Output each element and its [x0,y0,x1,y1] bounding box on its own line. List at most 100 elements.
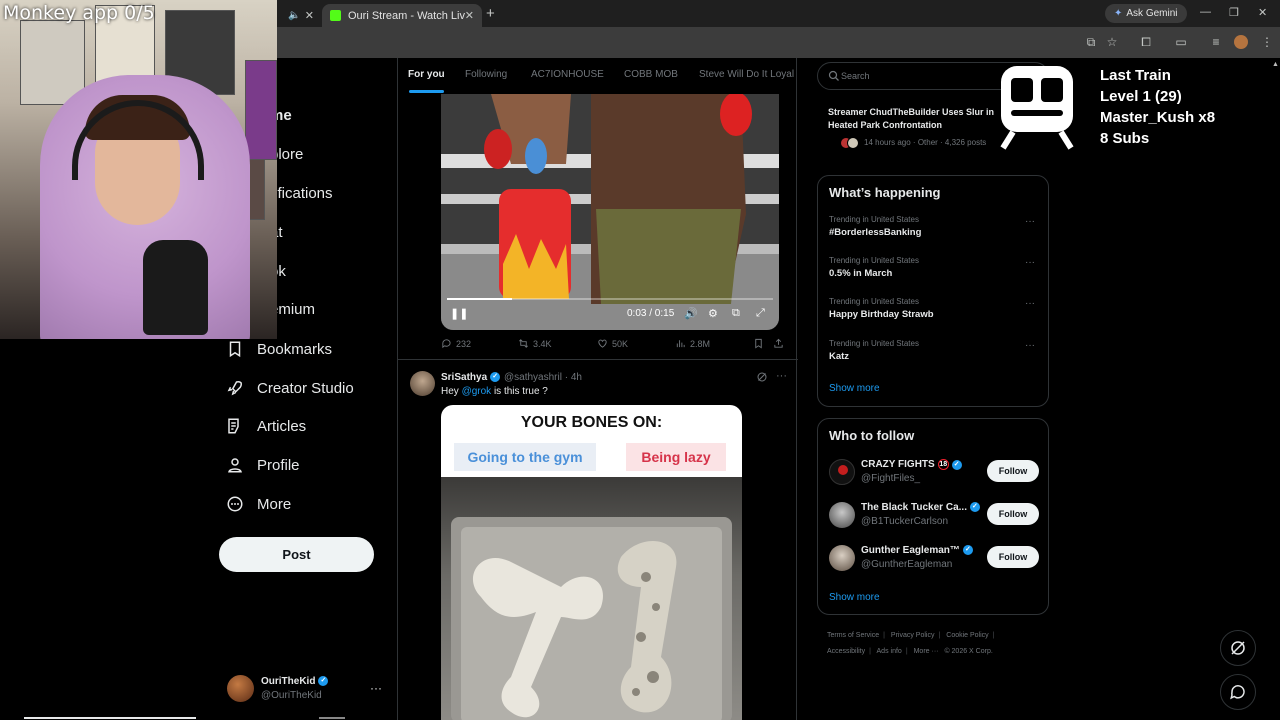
video-player[interactable]: ❚❚ 0:03 / 0:15 🔊 ⚙ ⧉ ⤢ [441,94,779,330]
follow-suggestion[interactable]: Gunther Eagleman™ ✓ @GuntherEagleman Foll… [829,543,1041,573]
footer-link[interactable]: Terms of Service [827,632,879,639]
tweet-text-suffix: is this true ? [491,386,548,397]
nav-bookmarks[interactable]: Bookmarks [226,335,332,363]
like-button[interactable]: 50K [597,338,628,349]
trend-more-icon[interactable]: ··· [1025,340,1035,351]
pip-icon[interactable]: ⧉ [732,307,740,320]
trend-item[interactable]: Trending in United States #BorderlessBan… [829,215,1041,249]
minimize-button[interactable]: — [1200,6,1211,18]
grok-fab-button[interactable] [1220,630,1256,666]
tweet[interactable]: SriSathya ✓ @sathyashril · 4h ··· Hey @gr… [398,361,798,720]
follow-suggestion[interactable]: The Black Tucker Ca... ✓ @B1TuckerCarlson… [829,500,1041,530]
trend-item[interactable]: Trending in United States 0.5% in March … [829,256,1041,290]
footer-link[interactable]: Ads info [877,648,902,655]
fullscreen-icon[interactable]: ⤢ [756,307,765,320]
footer-link[interactable]: More ··· [914,648,939,655]
reply-icon [442,339,451,349]
sidebar-icon[interactable]: ▭ [1173,34,1189,50]
verified-badge-icon: ✓ [969,502,980,513]
stream-goal-widget: Last Train Level 1 (29) Master_Kush x8 8… [999,64,1239,154]
reply-button[interactable]: 232 [441,338,471,349]
bookmark-star-icon[interactable]: ☆ [1104,34,1120,50]
account-switcher[interactable]: OuriTheKid ✓ @OuriTheKid ··· [227,675,387,703]
repost-button[interactable]: 3.4K [518,338,552,349]
follow-button[interactable]: Follow [987,546,1039,568]
follow-show-more-link[interactable]: Show more [829,592,880,603]
tab-for-you[interactable]: For you [408,69,445,80]
browser-tab-muted[interactable]: 🔈 ✕ [280,4,322,27]
settings-icon[interactable]: ⚙ [708,307,718,320]
bookmark-button[interactable] [753,338,764,349]
extensions-icon[interactable]: ⧠ [1138,34,1154,50]
follow-button[interactable]: Follow [987,503,1039,525]
trend-more-icon[interactable]: ··· [1025,216,1035,227]
more-circle-icon [227,496,243,512]
speaker-icon[interactable]: 🔈 [288,10,300,21]
ask-gemini-button[interactable]: ✦ Ask Gemini [1105,4,1187,23]
volume-icon[interactable]: 🔊 [684,307,698,320]
profile-avatar-icon[interactable] [1234,35,1248,49]
trend-item[interactable]: Trending in United States Happy Birthday… [829,297,1041,331]
tweet-image[interactable]: YOUR BONES ON: Going to the gym Being la… [441,405,742,720]
nav-more[interactable]: More [226,490,291,518]
chat-bubble-icon [1230,685,1245,700]
whats-happening-heading: What’s happening [829,185,941,200]
nav-notifications-partial[interactable]: tifications [270,185,333,202]
messages-fab-button[interactable] [1220,674,1256,710]
reply-count: 232 [456,338,472,349]
trends-show-more-link[interactable]: Show more [829,383,880,394]
trend-context: Trending in United States [829,339,919,348]
tab-following[interactable]: Following [465,69,507,80]
tweet-menu-icon[interactable]: ··· [776,370,787,382]
tab-cobb-mob[interactable]: COBB MOB [624,69,678,80]
kebab-menu-icon[interactable]: ⋮ [1259,34,1275,50]
footer-link[interactable]: Cookie Policy [946,632,988,639]
post-button[interactable]: Post [219,537,374,572]
nav-articles[interactable]: Articles [226,412,306,440]
mention-link[interactable]: @grok [462,386,492,397]
grok-icon[interactable] [756,371,768,383]
footer-link[interactable]: Accessibility [827,648,865,655]
train-icon [1000,66,1074,150]
scroll-up-icon[interactable]: ▲ [1272,61,1279,68]
trend-more-icon[interactable]: ··· [1025,257,1035,268]
close-tab-icon[interactable]: ✕ [305,9,314,22]
whats-happening-panel: What’s happening Trending in United Stat… [817,175,1049,407]
tab-steve-will-do-it[interactable]: Steve Will Do It Loyal [699,69,794,80]
trend-more-icon[interactable]: ··· [1025,298,1035,309]
tweet-author-row[interactable]: SriSathya ✓ [441,372,501,383]
video-progress-bar[interactable] [447,298,773,300]
search-placeholder: Search [841,71,870,81]
follow-button[interactable]: Follow [987,460,1039,482]
tweet-author-handle[interactable]: @sathyashril · 4h [504,372,582,383]
browser-tab-active[interactable]: Ouri Stream - Watch Live on Ki ✕ [322,4,482,27]
stream-overlay-title: Monkey app 0/5 [3,2,155,24]
bookmark-icon [755,338,762,349]
views-chart-icon [676,340,685,348]
page-scrollbar[interactable]: ▲ [1271,58,1280,720]
footer-link[interactable]: Privacy Policy [891,632,935,639]
meme-label-gym: Going to the gym [454,443,596,471]
follow-suggestion[interactable]: CRAZY FIGHTS 18 ✓ @FightFiles_ Follow [829,457,1041,487]
views-count: 2.8M [690,338,711,349]
close-tab-icon[interactable]: ✕ [465,9,474,22]
nav-creator-studio[interactable]: Creator Studio [226,374,354,402]
cast-icon[interactable]: ⧉ [1083,34,1099,50]
close-window-button[interactable]: ✕ [1258,6,1267,19]
tweet-text-prefix: Hey [441,386,462,397]
nav-profile[interactable]: Profile [226,451,300,479]
trend-item[interactable]: Trending in United States Katz ··· [829,339,1041,373]
share-button[interactable] [773,338,784,349]
reading-list-icon[interactable]: ≡ [1208,34,1224,50]
new-tab-button[interactable]: + [486,5,495,22]
pause-icon[interactable]: ❚❚ [450,307,468,320]
taskbar-indicator [24,717,196,719]
restore-button[interactable]: ❐ [1229,6,1239,19]
avatar[interactable] [410,371,435,396]
tab-ac7ionhouse[interactable]: AC7IONHOUSE [531,69,604,80]
views-button[interactable]: 2.8M [675,338,710,349]
account-menu-icon[interactable]: ··· [370,681,382,695]
avatar [829,545,855,571]
tweet-author-name: SriSathya [441,372,488,383]
gemini-sparkle-icon: ✦ [1114,8,1123,19]
